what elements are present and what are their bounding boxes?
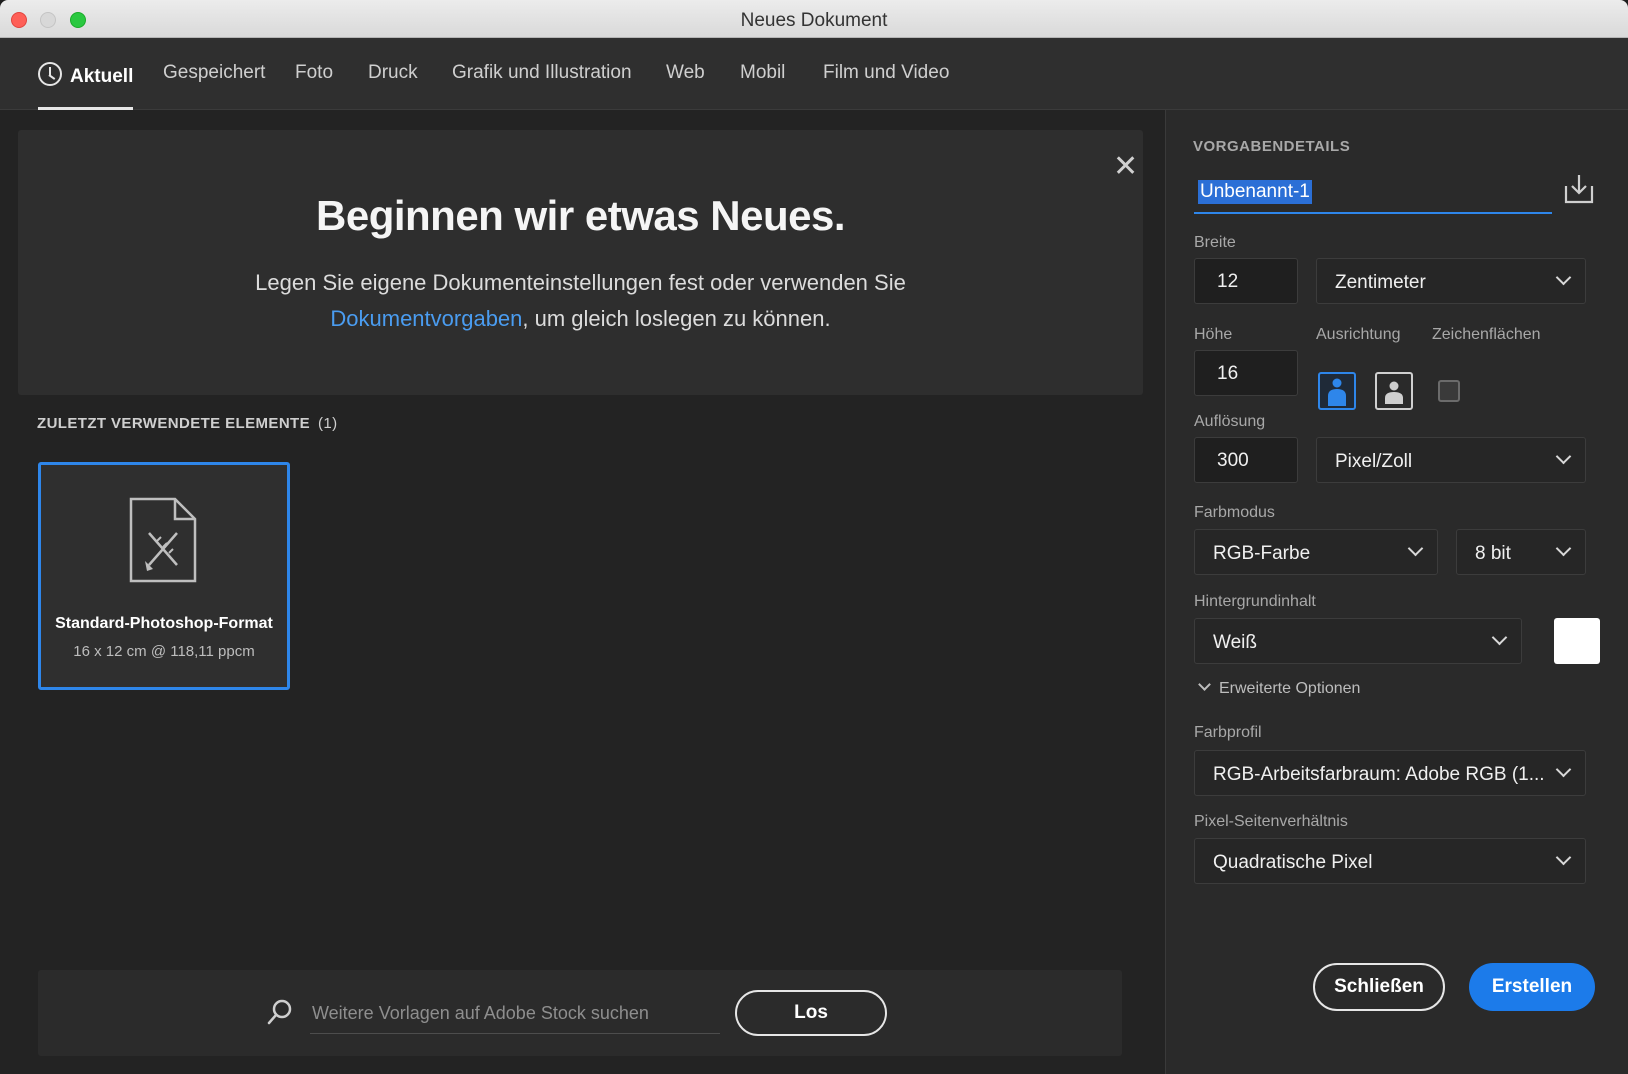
bit-depth-value: 8 bit [1475,543,1511,564]
bit-depth-select[interactable]: 8 bit [1456,529,1586,575]
width-unit-select[interactable]: Zentimeter [1316,258,1586,304]
recent-item-dimensions: 16 x 12 cm @ 118,11 ppcm [73,643,255,660]
recent-heading-label: ZULETZT VERWENDETE ELEMENTE [37,415,311,432]
recent-count: (1) [318,415,338,432]
pixel-aspect-ratio-label: Pixel-Seitenverhältnis [1194,813,1348,830]
chevron-down-icon [1555,269,1572,286]
color-mode-label: Farbmodus [1194,504,1275,521]
color-mode-select[interactable]: RGB-Farbe [1194,529,1438,575]
advanced-options-label: Erweiterte Optionen [1219,680,1361,697]
tab-label: Aktuell [70,66,134,87]
preset-details-panel: VORGABENDETAILS Unbenannt-1 Breite 12 Ze… [1165,110,1628,1074]
close-banner-icon[interactable]: ✕ [1113,152,1138,182]
preset-details-title: VORGABENDETAILS [1193,138,1351,155]
tab-gespeichert[interactable]: Gespeichert [163,62,265,110]
chevron-down-icon [1198,678,1211,691]
tab-film-und-video[interactable]: Film und Video [823,62,949,110]
preset-tabs: Aktuell Gespeichert Foto Druck Grafik un… [0,38,1628,110]
chevron-down-icon [1491,629,1508,646]
recent-items-heading: ZULETZT VERWENDETE ELEMENTE (1) [37,415,338,432]
new-document-dialog: Neues Dokument Aktuell Gespeichert Foto … [0,0,1628,1074]
landscape-icon [1385,381,1403,404]
landscape-orientation-button[interactable] [1375,372,1413,410]
portrait-icon [1328,378,1346,406]
chevron-down-icon [1555,540,1572,557]
background-select[interactable]: Weiß [1194,618,1522,664]
background-value: Weiß [1213,632,1257,653]
height-input[interactable]: 16 [1194,350,1298,396]
advanced-options-toggle[interactable]: Erweiterte Optionen [1198,678,1361,698]
stock-search-input[interactable] [310,994,720,1034]
banner-text-part: Legen Sie eigene Dokumenteinstellungen f… [255,270,906,295]
document-template-icon [129,497,197,583]
width-input[interactable]: 12 [1194,258,1298,304]
document-presets-link[interactable]: Dokumentvorgaben [330,306,522,331]
color-profile-value: RGB-Arbeitsfarbraum: Adobe RGB (1... [1213,764,1545,785]
go-button[interactable]: Los [735,990,887,1036]
recent-item-title: Standard-Photoshop-Format [55,615,273,632]
resolution-label: Auflösung [1194,413,1266,430]
width-unit-value: Zentimeter [1335,272,1426,293]
document-name-value: Unbenannt-1 [1198,180,1312,204]
create-button[interactable]: Erstellen [1469,963,1595,1011]
chevron-down-icon [1555,448,1572,465]
stock-search-bar: Los [38,970,1122,1056]
width-label: Breite [1194,234,1236,251]
artboards-checkbox[interactable] [1438,380,1460,402]
close-button[interactable]: Schließen [1313,963,1445,1011]
height-label: Höhe [1194,326,1233,343]
pixel-aspect-ratio-select[interactable]: Quadratische Pixel [1194,838,1586,884]
clock-icon [38,62,62,86]
resolution-unit-select[interactable]: Pixel/Zoll [1316,437,1586,483]
document-name-field[interactable]: Unbenannt-1 [1194,172,1552,214]
color-profile-label: Farbprofil [1194,724,1262,741]
tab-mobil[interactable]: Mobil [740,62,785,110]
search-icon [267,999,292,1025]
tab-aktuell[interactable]: Aktuell [38,62,134,110]
banner-text: Legen Sie eigene Dokumenteinstellungen f… [18,265,1143,337]
window-title: Neues Dokument [740,10,888,31]
chevron-down-icon [1555,849,1572,866]
artboards-label: Zeichenflächen [1432,326,1541,343]
color-mode-value: RGB-Farbe [1213,543,1311,564]
banner-title: Beginnen wir etwas Neues. [316,192,846,239]
chevron-down-icon [1555,761,1572,778]
tab-web[interactable]: Web [666,62,705,110]
main-area: ✕ Beginnen wir etwas Neues. Legen Sie ei… [0,110,1165,1074]
color-profile-select[interactable]: RGB-Arbeitsfarbraum: Adobe RGB (1... [1194,750,1586,796]
banner-text-part: , um gleich loslegen zu können. [522,306,831,331]
tab-foto[interactable]: Foto [295,62,333,110]
resolution-input[interactable]: 300 [1194,437,1298,483]
tab-grafik-und-illustration[interactable]: Grafik und Illustration [452,62,632,110]
background-label: Hintergrundinhalt [1194,593,1316,610]
welcome-banner: ✕ Beginnen wir etwas Neues. Legen Sie ei… [18,130,1143,395]
chevron-down-icon [1407,540,1424,557]
recent-item-card[interactable]: Standard-Photoshop-Format 16 x 12 cm @ 1… [38,462,290,690]
portrait-orientation-button[interactable] [1318,372,1356,410]
background-color-swatch[interactable] [1554,618,1600,664]
save-preset-icon[interactable] [1562,172,1596,206]
resolution-unit-value: Pixel/Zoll [1335,451,1413,472]
orientation-label: Ausrichtung [1316,326,1401,343]
title-bar: Neues Dokument [0,0,1628,38]
tab-druck[interactable]: Druck [368,62,418,110]
pixel-aspect-ratio-value: Quadratische Pixel [1213,852,1373,873]
